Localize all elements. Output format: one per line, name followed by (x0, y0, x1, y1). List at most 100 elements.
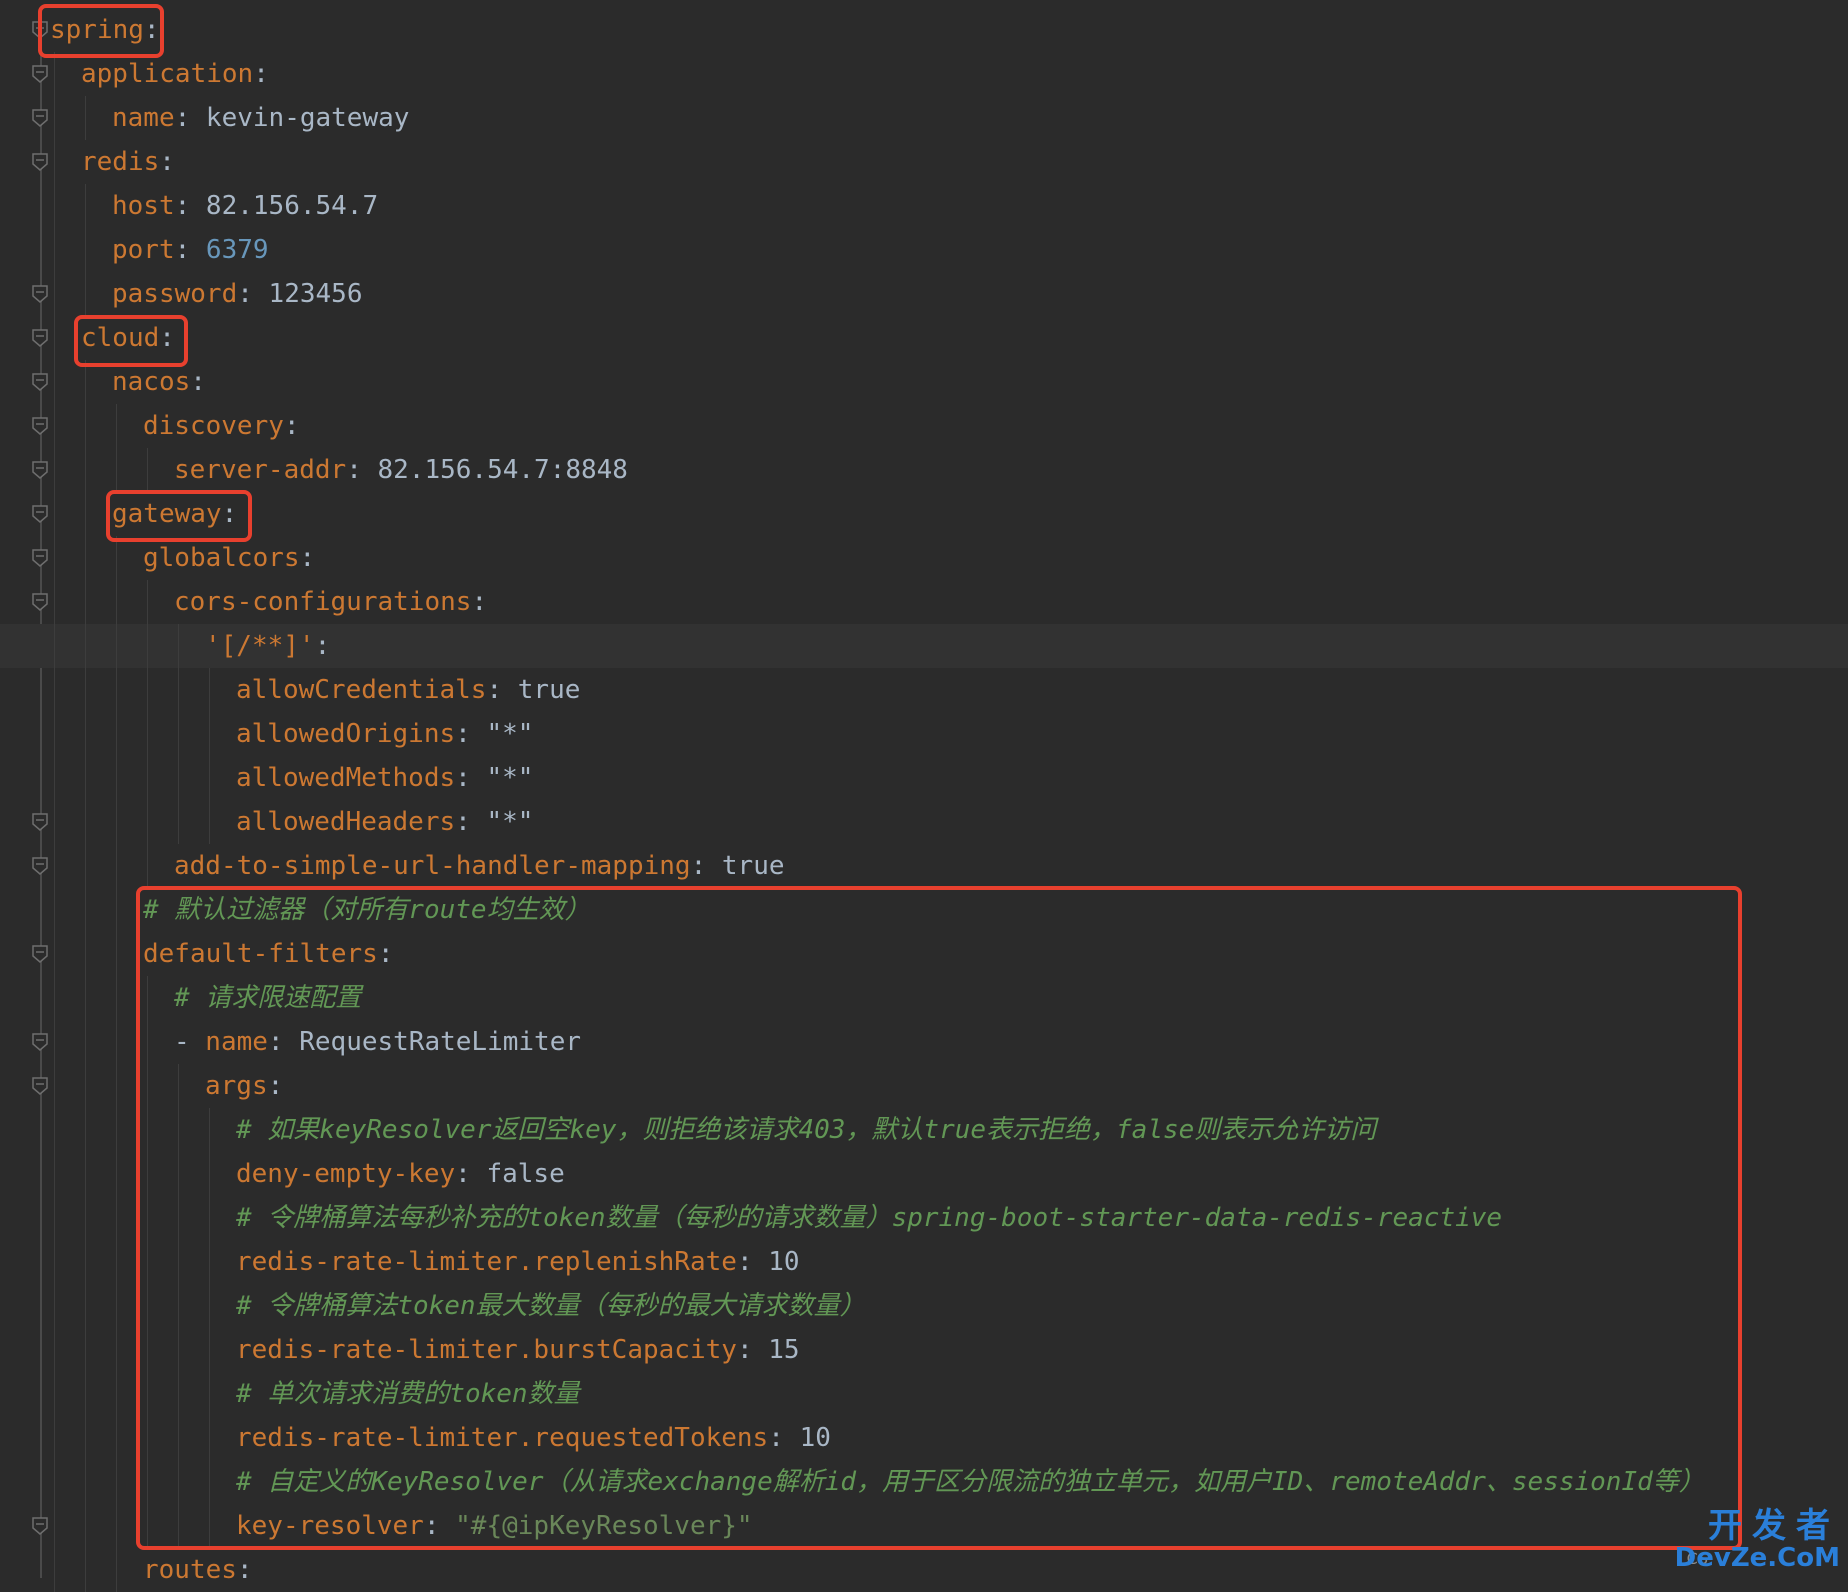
indent-guide (116, 1416, 117, 1460)
yaml-separator: : (174, 103, 206, 133)
indent-guide (209, 668, 210, 712)
code-line[interactable]: spring: (0, 8, 1848, 52)
indent-guide (178, 624, 179, 668)
yaml-separator: : (455, 807, 487, 837)
indent-guide (85, 932, 86, 976)
indent-guide (85, 1196, 86, 1240)
indent-guide (54, 1108, 55, 1152)
indent-guide (147, 844, 148, 888)
code-line[interactable]: password: 123456 (0, 272, 1848, 316)
code-line[interactable]: server-addr: 82.156.54.7:8848 (0, 448, 1848, 492)
watermark-bottom: DevZe.CoM (1674, 1543, 1840, 1573)
yaml-value: 6379 (205, 235, 269, 265)
indent-guide (209, 712, 210, 756)
indent-guide (54, 184, 55, 228)
indent-guide (116, 712, 117, 756)
yaml-separator: : (471, 587, 488, 617)
yaml-key: '[/**]' (205, 631, 315, 661)
indent-guide (85, 580, 86, 624)
yaml-key: port (112, 235, 175, 265)
yaml-value: 123456 (268, 279, 363, 309)
code-line[interactable]: allowedHeaders: "*" (0, 800, 1848, 844)
indent-guide (85, 228, 86, 272)
code-line[interactable]: gateway: (0, 492, 1848, 536)
indent-guide (116, 1064, 117, 1108)
indent-guide (85, 536, 86, 580)
indent-guide (54, 580, 55, 624)
indent-guide (85, 888, 86, 932)
yaml-value: true (517, 675, 581, 705)
code-line[interactable]: allowCredentials: true (0, 668, 1848, 712)
indent-guide (54, 140, 55, 184)
indent-guide (54, 1548, 55, 1592)
indent-guide (54, 228, 55, 272)
yaml-separator: : (455, 719, 487, 749)
indent-guide (85, 492, 86, 536)
yaml-key: allowedOrigins (236, 719, 456, 749)
indent-guide (147, 580, 148, 624)
indent-guide (85, 1460, 86, 1504)
yaml-key: add-to-simple-url-handler-mapping (174, 851, 691, 881)
yaml-separator: : (174, 191, 206, 221)
indent-guide (178, 756, 179, 800)
yaml-separator: : (346, 455, 378, 485)
code-line[interactable]: application: (0, 52, 1848, 96)
code-editor[interactable]: spring: application: name: kevin-gateway re… (0, 0, 1848, 1592)
indent-guide (54, 1416, 55, 1460)
indent-guide (116, 1108, 117, 1152)
indent-guide (54, 1504, 55, 1548)
indent-guide (209, 756, 210, 800)
yaml-value: "*" (486, 719, 534, 749)
indent-guide (54, 1152, 55, 1196)
code-line[interactable]: routes: (0, 1548, 1848, 1592)
code-line[interactable]: allowedMethods: "*" (0, 756, 1848, 800)
indent-guide (116, 624, 117, 668)
code-line[interactable]: globalcors: (0, 536, 1848, 580)
indent-guide (116, 1504, 117, 1548)
code-line[interactable]: '[/**]': (0, 624, 1848, 668)
indent-guide (54, 976, 55, 1020)
indent-guide (54, 1372, 55, 1416)
indent-guide (116, 1152, 117, 1196)
indent-guide (54, 1196, 55, 1240)
yaml-separator: : (253, 59, 269, 89)
indent-guide (54, 668, 55, 712)
code-line[interactable]: port: 6379 (0, 228, 1848, 272)
code-line[interactable]: nacos: (0, 360, 1848, 404)
code-line[interactable]: name: kevin-gateway (0, 96, 1848, 140)
yaml-value: "*" (486, 807, 534, 837)
indent-guide (54, 888, 55, 932)
indent-guide (85, 96, 86, 140)
yaml-separator: : (190, 367, 206, 397)
indent-guide (85, 1416, 86, 1460)
indent-guide (54, 492, 55, 536)
indent-guide (85, 404, 86, 448)
code-line[interactable]: cors-configurations: (0, 580, 1848, 624)
indent-guide (54, 404, 55, 448)
yaml-key: discovery (143, 411, 284, 441)
yaml-separator: : (237, 279, 269, 309)
indent-guide (116, 1328, 117, 1372)
code-line[interactable]: host: 82.156.54.7 (0, 184, 1848, 228)
yaml-separator: : (283, 411, 300, 441)
code-line[interactable]: allowedOrigins: "*" (0, 712, 1848, 756)
indent-guide (116, 800, 117, 844)
yaml-key: routes (143, 1555, 237, 1585)
yaml-key: allowCredentials (236, 675, 487, 705)
indent-guide (85, 844, 86, 888)
code-line[interactable]: discovery: (0, 404, 1848, 448)
indent-guide (147, 448, 148, 492)
code-line[interactable]: redis: (0, 140, 1848, 184)
yaml-separator: : (236, 1555, 253, 1585)
indent-guide (116, 580, 117, 624)
code-line[interactable]: cloud: (0, 316, 1848, 360)
indent-guide (116, 1196, 117, 1240)
indent-guide (85, 1240, 86, 1284)
indent-guide (85, 668, 86, 712)
indent-guide (54, 1284, 55, 1328)
indent-guide (147, 712, 148, 756)
code-line[interactable]: add-to-simple-url-handler-mapping: true (0, 844, 1848, 888)
highlight-box-spring (38, 4, 164, 58)
watermark-logo: 开发者 DevZe.CoM (1675, 1508, 1840, 1572)
indent-guide (116, 1284, 117, 1328)
